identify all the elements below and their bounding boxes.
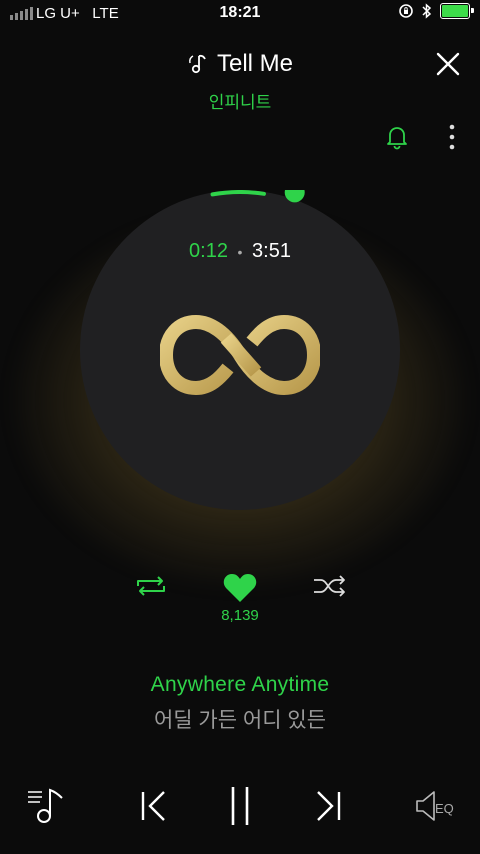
artist-logo [160,314,320,396]
repeat-icon[interactable] [134,574,168,598]
lyric-next-line[interactable]: 어딜 가든 어디 있든 [0,704,480,734]
bell-icon[interactable] [386,124,408,150]
lyric-current-line[interactable]: Anywhere Anytime [0,673,480,697]
artist-name[interactable]: 인피니트 [0,88,480,113]
speaker-eq-icon[interactable]: EQ [414,786,462,826]
heart-icon[interactable] [222,572,258,604]
time-separator: • [237,243,243,260]
more-vertical-icon[interactable] [448,124,456,150]
previous-icon[interactable] [138,786,170,826]
next-icon[interactable] [312,786,344,826]
bluetooth-icon [422,3,432,19]
pause-icon[interactable] [226,784,254,828]
close-icon[interactable] [434,50,462,78]
song-title-row: Tell Me [0,50,480,81]
status-icons [398,3,474,19]
playlist-icon[interactable] [26,786,66,826]
total-time: 3:51 [252,240,291,262]
rotation-lock-icon [399,4,413,18]
like-count: 8,139 [221,607,259,624]
battery-icon [440,3,474,19]
music-note-icon [189,54,206,74]
status-bar: LG U+ LTE 18:21 [0,0,480,28]
shuffle-icon[interactable] [312,574,348,598]
eq-label: EQ [435,801,454,816]
current-time: 0:12 [189,240,228,262]
time-display: 0:12 • 3:51 [0,240,480,263]
progress-knob[interactable] [284,190,305,203]
song-title: Tell Me [216,50,294,77]
